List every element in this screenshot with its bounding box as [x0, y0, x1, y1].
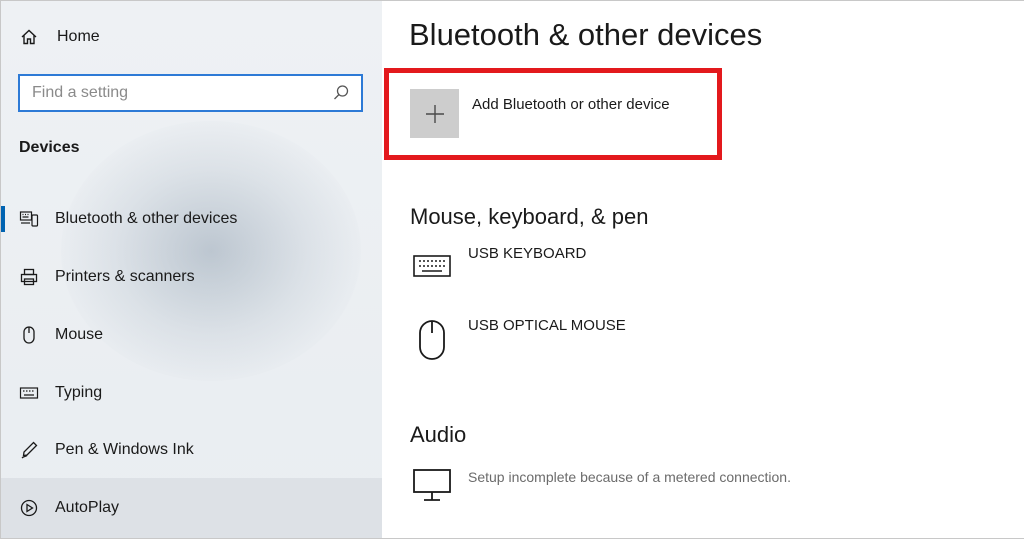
group-title-audio: Audio — [410, 422, 467, 447]
sidebar-item-typing[interactable]: Typing — [1, 368, 382, 418]
home-label: Home — [57, 28, 100, 45]
device-info: Setup incomplete because of a metered co… — [468, 465, 791, 485]
group-title-input-devices: Mouse, keyboard, & pen — [410, 204, 649, 229]
add-tile — [410, 89, 459, 138]
device-info: USB OPTICAL MOUSE — [468, 317, 626, 334]
device-status: Setup incomplete because of a metered co… — [468, 469, 791, 485]
add-device-button[interactable]: Add Bluetooth or other device — [410, 89, 670, 138]
search-icon[interactable] — [331, 83, 351, 103]
search-input[interactable] — [32, 84, 331, 102]
mouse-icon — [19, 325, 39, 345]
settings-window: Home Devices Bluetooth & other — [0, 0, 1024, 539]
sidebar-item-label: Printers & scanners — [55, 268, 195, 285]
home-nav-item[interactable]: Home — [1, 19, 382, 55]
keyboard-icon — [19, 383, 39, 403]
section-label-devices: Devices — [19, 139, 80, 156]
device-usb-keyboard[interactable]: USB KEYBOARD — [410, 245, 586, 289]
sidebar-item-label: Pen & Windows Ink — [55, 441, 194, 458]
device-usb-optical-mouse[interactable]: USB OPTICAL MOUSE — [410, 317, 626, 361]
sidebar-item-label: Bluetooth & other devices — [55, 210, 238, 227]
monitor-icon — [410, 465, 454, 509]
device-audio-monitor[interactable]: Setup incomplete because of a metered co… — [410, 465, 791, 509]
device-info: USB KEYBOARD — [468, 245, 586, 262]
page-title: Bluetooth & other devices — [409, 17, 763, 52]
device-name: USB OPTICAL MOUSE — [468, 317, 626, 334]
plus-icon — [424, 103, 446, 125]
bluetooth-devices-icon — [19, 209, 39, 229]
sidebar-item-label: Typing — [55, 384, 103, 401]
pen-icon — [19, 440, 39, 460]
sidebar-item-printers[interactable]: Printers & scanners — [1, 252, 382, 302]
sidebar-item-bluetooth[interactable]: Bluetooth & other devices — [1, 194, 382, 244]
autoplay-icon — [19, 498, 39, 518]
mouse-icon — [410, 317, 454, 361]
search-box[interactable] — [18, 74, 363, 112]
sidebar-item-label: AutoPlay — [55, 499, 120, 516]
sidebar-item-pen[interactable]: Pen & Windows Ink — [1, 425, 382, 475]
device-name: USB KEYBOARD — [468, 245, 587, 262]
sidebar: Home Devices Bluetooth & other — [1, 1, 382, 538]
sidebar-item-autoplay[interactable]: AutoPlay — [1, 478, 382, 538]
printer-icon — [19, 267, 39, 287]
keyboard-icon — [410, 245, 454, 289]
sidebar-item-mouse[interactable]: Mouse — [1, 310, 382, 360]
main-content: Bluetooth & other devices Add Bluetooth … — [382, 1, 1024, 538]
home-icon — [19, 27, 39, 47]
add-device-label: Add Bluetooth or other device — [472, 96, 670, 113]
sidebar-item-label: Mouse — [55, 326, 104, 343]
